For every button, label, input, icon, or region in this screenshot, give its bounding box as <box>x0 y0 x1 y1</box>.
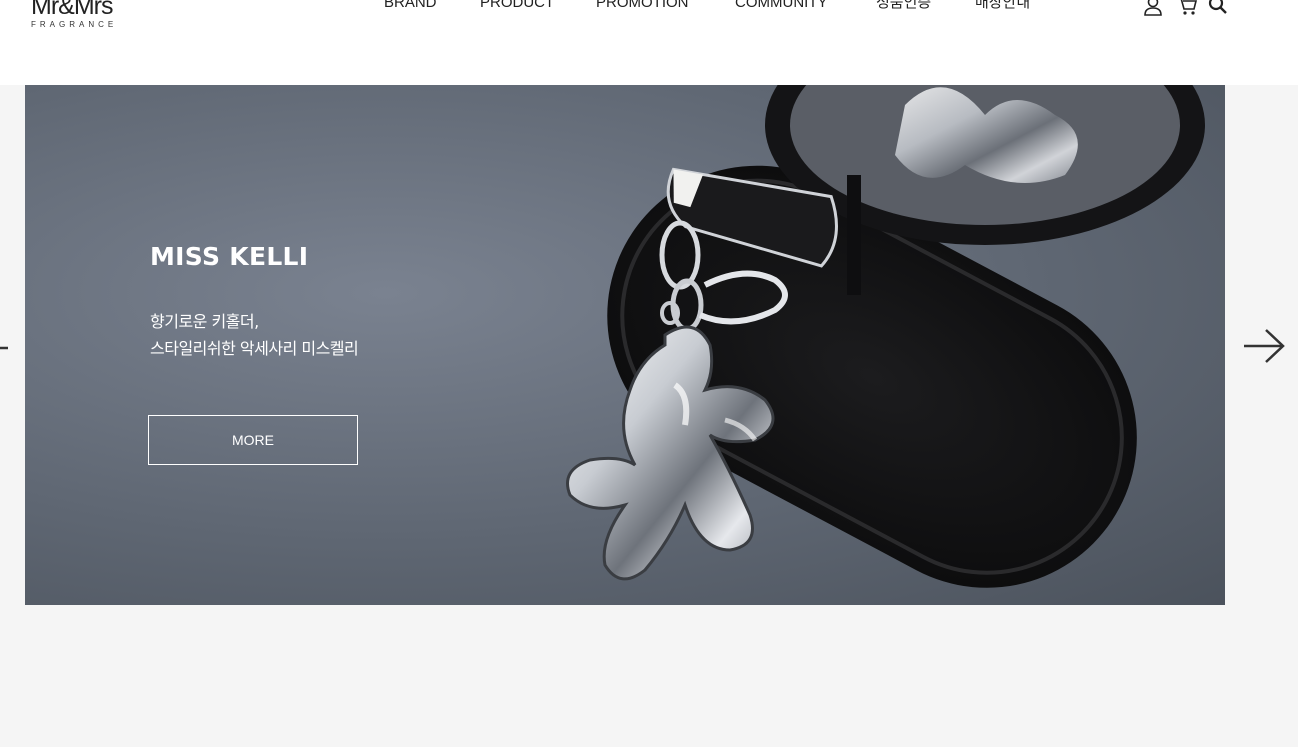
hero-subtitle-line-2: 스타일리쉬한 악세사리 미스켈리 <box>150 339 359 358</box>
nav-promotion[interactable]: PROMOTION <box>596 0 689 13</box>
more-button[interactable]: MORE <box>148 415 358 465</box>
site-header: Mr&Mrs FRAGRANCE BRAND PRODUCT PROMOTION… <box>0 0 1298 85</box>
search-icon[interactable] <box>1207 0 1229 16</box>
nav-community[interactable]: COMMUNITY <box>735 0 828 13</box>
nav-product[interactable]: PRODUCT <box>480 0 554 13</box>
hero-subtitle-line-1: 향기로운 키홀더, <box>150 312 259 331</box>
arrow-right-icon[interactable] <box>1240 326 1288 366</box>
nav-brand[interactable]: BRAND <box>384 0 437 13</box>
brand-logo[interactable]: Mr&Mrs FRAGRANCE <box>31 0 131 30</box>
nav-store-info[interactable]: 매장안내 <box>975 0 1030 13</box>
hero-banner: MISS KELLI 향기로운 키홀더, 스타일리쉬한 악세사리 미스켈리 MO… <box>25 85 1225 605</box>
arrow-left-icon[interactable] <box>0 340 8 350</box>
logo-main-text: Mr&Mrs <box>31 0 113 20</box>
hero-title: MISS KELLI <box>150 242 309 271</box>
logo-sub-text: FRAGRANCE <box>31 20 118 29</box>
user-icon[interactable] <box>1142 0 1164 16</box>
nav-authentication[interactable]: 정품인증 <box>876 0 931 13</box>
cart-icon[interactable] <box>1176 0 1198 16</box>
